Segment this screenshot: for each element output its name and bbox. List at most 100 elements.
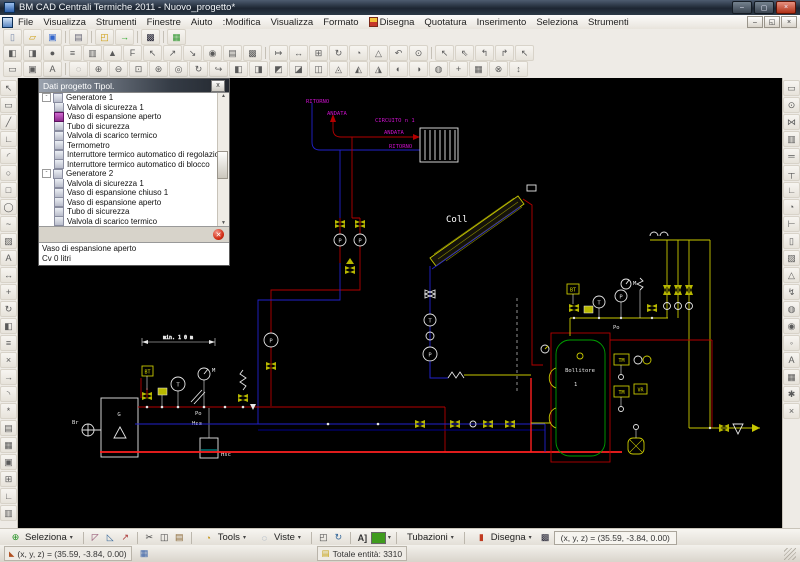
tree-item[interactable]: - Vaso di espansione chiuso 1 — [39, 188, 229, 198]
tree-item[interactable]: - Interruttore termico automatico di blo… — [39, 160, 229, 170]
project-tree[interactable]: - Generatore 1 - Valvola di sicurezza 1 … — [39, 92, 229, 226]
fillet-icon[interactable]: ◝ — [0, 386, 17, 402]
cursor-remove-icon[interactable]: ↰ — [475, 45, 494, 61]
label-tool-icon[interactable]: A — [783, 352, 800, 368]
tree-item[interactable]: - Valvola di scarico termico — [39, 131, 229, 141]
minimize-button[interactable]: – — [732, 1, 752, 14]
zoom-in-icon[interactable]: ⊕ — [89, 61, 108, 77]
copy-icon[interactable]: ◫ — [158, 532, 171, 544]
zoom-out-icon[interactable]: ⊖ — [109, 61, 128, 77]
mixer-tool-icon[interactable]: △ — [783, 267, 800, 283]
extend-icon[interactable]: → — [0, 369, 17, 385]
shade-flat-icon[interactable]: ◐ — [389, 61, 408, 77]
generator-group[interactable]: G Br — [72, 378, 147, 457]
rotate-tool-icon[interactable]: ↻ — [0, 301, 17, 317]
cut-icon[interactable]: ✂ — [143, 532, 156, 544]
layers-icon[interactable]: ▩ — [141, 29, 160, 45]
menu-file[interactable]: File — [13, 17, 38, 28]
undo-icon[interactable]: ↶ — [389, 45, 408, 61]
burner-tool-icon[interactable]: ◉ — [783, 318, 800, 334]
right-risers-group[interactable] — [610, 232, 760, 434]
view-sw-icon[interactable]: ◧ — [229, 61, 248, 77]
film-icon[interactable]: ▩ — [243, 45, 262, 61]
ellipse-icon[interactable]: ◯ — [0, 199, 17, 215]
mdi-window-button[interactable]: ◱ — [764, 16, 780, 28]
zoom-window-icon[interactable]: ⊡ — [129, 61, 148, 77]
cone-icon[interactable]: ▲ — [103, 45, 122, 61]
open-project-icon[interactable]: ◰ — [95, 29, 114, 45]
block-icon[interactable]: ▣ — [0, 454, 17, 470]
copy-entity-icon[interactable]: ◧ — [3, 45, 22, 61]
cursor-pick-icon[interactable]: ↖ — [435, 45, 454, 61]
menu-inserimento[interactable]: Inserimento — [472, 17, 532, 28]
maximize-button[interactable]: ▢ — [754, 1, 774, 14]
dhw-group[interactable]: BT T P M Po — [567, 278, 668, 336]
tree-item[interactable]: - Termometro — [39, 141, 229, 151]
array-icon[interactable]: ▥ — [83, 45, 102, 61]
menu-disegna[interactable]: Disegna — [364, 17, 420, 28]
dim-icon[interactable]: ↔ — [0, 267, 17, 283]
tree-item[interactable]: - Valvola di sicurezza 1 — [39, 103, 229, 113]
pointer-icon[interactable]: ↖ — [0, 80, 17, 96]
viste-dropdown[interactable]: ◌ Viste ▾ — [253, 531, 306, 545]
pipe-tool-icon[interactable]: ═ — [783, 148, 800, 164]
render-icon[interactable]: ▦ — [469, 61, 488, 77]
center-snap-icon[interactable]: ⊙ — [409, 45, 428, 61]
close-button[interactable]: × — [776, 1, 796, 14]
zoom-previous-icon[interactable]: ↻ — [189, 61, 208, 77]
view-right-icon[interactable]: ◮ — [369, 61, 388, 77]
arc-icon[interactable]: ◜ — [0, 148, 17, 164]
blocks-icon[interactable]: ▩ — [539, 532, 552, 544]
scroll-up-icon[interactable]: ▲ — [221, 93, 226, 99]
text-icon[interactable]: A — [0, 250, 17, 266]
menu-strumenti-2[interactable]: Strumenti — [583, 17, 634, 28]
pan-icon[interactable]: ↪ — [209, 61, 228, 77]
regen-icon[interactable]: ↻ — [332, 532, 345, 544]
safety-tool-icon[interactable]: ↯ — [783, 284, 800, 300]
tree-expander-icon[interactable]: - — [42, 93, 51, 102]
copy-view-icon[interactable]: ◰ — [317, 532, 330, 544]
explode-icon[interactable]: * — [0, 403, 17, 419]
thermo-tool-icon[interactable]: ⊢ — [783, 216, 800, 232]
project-data-palette[interactable]: Dati progetto Tipol. x - Generatore 1 - … — [38, 78, 230, 266]
disegna-dropdown[interactable]: ▮ Disegna ▾ — [470, 531, 537, 545]
mdi-window-button[interactable]: – — [747, 16, 763, 28]
move-icon[interactable]: + — [0, 284, 17, 300]
cursor-fence-icon[interactable]: ↱ — [495, 45, 514, 61]
collector-tool-icon[interactable]: ▨ — [783, 250, 800, 266]
stretch-icon[interactable]: ↘ — [183, 45, 202, 61]
erase2-tool-icon[interactable]: × — [783, 403, 800, 419]
tree-item[interactable]: - Valvola di scarico termico — [39, 217, 229, 227]
annotate-icon[interactable]: A — [43, 61, 62, 77]
mdi-window-button[interactable]: × — [781, 16, 797, 28]
solar-collector-group[interactable]: Coll — [430, 185, 536, 283]
select-window-icon[interactable]: ◸ — [89, 532, 102, 544]
menu-aiuto[interactable]: Aiuto — [186, 17, 218, 28]
solar-exchanger-group[interactable]: T P — [423, 268, 543, 393]
plot-icon[interactable]: ▥ — [0, 505, 17, 521]
select-crossing-icon[interactable]: ◺ — [104, 532, 117, 544]
text-style-icon[interactable]: A] — [356, 532, 369, 544]
rect-icon[interactable]: □ — [0, 182, 17, 198]
view-left-icon[interactable]: ◭ — [349, 61, 368, 77]
boiler-tool-icon[interactable]: ▭ — [783, 80, 800, 96]
zoom-all-icon[interactable]: ◎ — [169, 61, 188, 77]
view-front-icon[interactable]: ◬ — [329, 61, 348, 77]
sensor-tool-icon[interactable]: ◦ — [783, 335, 800, 351]
menu-finestre[interactable]: Finestre — [142, 17, 186, 28]
chevron-down-icon[interactable]: ▾ — [388, 534, 391, 541]
trim-icon[interactable]: × — [0, 352, 17, 368]
insert-icon[interactable]: ⊞ — [0, 471, 17, 487]
layer-tool-icon[interactable]: ▤ — [0, 420, 17, 436]
hatch-icon[interactable]: ▨ — [0, 233, 17, 249]
view-se-icon[interactable]: ◨ — [249, 61, 268, 77]
menu-formato[interactable]: Formato — [318, 17, 363, 28]
erase-icon[interactable]: ▭ — [0, 97, 17, 113]
view-nw-icon[interactable]: ◩ — [269, 61, 288, 77]
shade-wire-icon[interactable]: ◍ — [429, 61, 448, 77]
region-icon[interactable]: ● — [43, 45, 62, 61]
midpoint-snap-icon[interactable]: ↔ — [289, 45, 308, 61]
vessel-tool-icon[interactable]: ◍ — [783, 301, 800, 317]
tree-item[interactable]: - Vaso di espansione aperto — [39, 112, 229, 122]
new-icon[interactable]: ▯ — [3, 29, 22, 45]
